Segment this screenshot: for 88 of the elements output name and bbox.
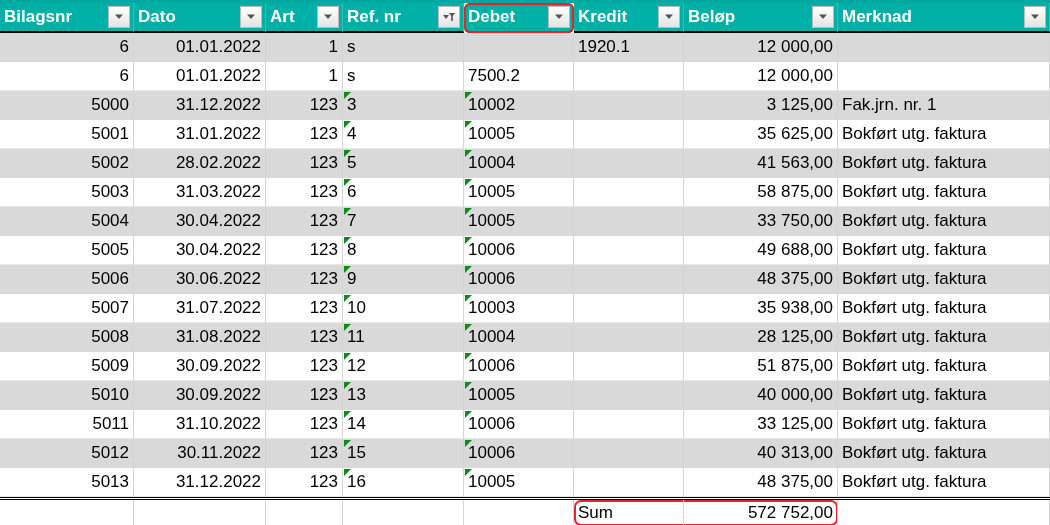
table-cell: 5	[343, 149, 464, 178]
caret-icon	[114, 14, 124, 20]
table-cell: 123	[266, 381, 343, 410]
column-title: Beløp	[688, 7, 736, 27]
dropdown-button[interactable]	[812, 6, 834, 28]
table-cell: 7	[343, 207, 464, 236]
total-value: 572 752,00	[747, 503, 833, 523]
table-cell: 5006	[0, 265, 134, 294]
caret-icon	[323, 14, 333, 20]
table-cell: 40 000,00	[684, 381, 838, 410]
table-cell: Bokført utg. faktura	[838, 381, 1050, 410]
table-cell: 10002	[464, 91, 574, 120]
column-title: Dato	[138, 7, 176, 27]
table-cell: 41 563,00	[684, 149, 838, 178]
table-cell: 40 313,00	[684, 439, 838, 468]
dropdown-button[interactable]	[658, 6, 680, 28]
table-cell: 33 750,00	[684, 207, 838, 236]
table-cell: 123	[266, 91, 343, 120]
table-cell: 3 125,00	[684, 91, 838, 120]
table-cell: 30.09.2022	[134, 381, 266, 410]
table-cell: Fak.jrn. nr. 1	[838, 91, 1050, 120]
table-cell: 31.08.2022	[134, 323, 266, 352]
table-cell: 11	[343, 323, 464, 352]
caret-icon	[818, 14, 828, 20]
table-cell: 10005	[464, 207, 574, 236]
table-cell: 123	[266, 323, 343, 352]
column-title: Bilagsnr	[4, 7, 73, 27]
table-cell: 30.06.2022	[134, 265, 266, 294]
caret-icon	[554, 14, 564, 20]
table-cell: 48 375,00	[684, 265, 838, 294]
caret-icon	[1030, 14, 1040, 20]
table-cell: 5010	[0, 381, 134, 410]
table-cell: 28 125,00	[684, 323, 838, 352]
table-cell: 5013	[0, 468, 134, 497]
table-cell: 10005	[464, 381, 574, 410]
table-cell: 48 375,00	[684, 468, 838, 497]
table-cell: 10006	[464, 265, 574, 294]
column-title: Art	[270, 7, 295, 27]
table-cell: 5012	[0, 439, 134, 468]
dropdown-button[interactable]	[240, 6, 262, 28]
column-title: Debet	[468, 7, 516, 27]
filter-icon	[442, 11, 456, 23]
table-cell: 16	[343, 468, 464, 497]
table-cell: 10004	[464, 149, 574, 178]
table-cell: s	[343, 33, 464, 62]
table-cell: 15	[343, 439, 464, 468]
table-cell: 30.11.2022	[134, 439, 266, 468]
table-cell: 10005	[464, 468, 574, 497]
dropdown-button[interactable]	[1024, 6, 1046, 28]
dropdown-button[interactable]	[317, 6, 339, 28]
table-cell: Bokført utg. faktura	[838, 207, 1050, 236]
filter-button[interactable]	[438, 6, 460, 28]
table-cell: 1	[266, 33, 343, 62]
table-cell: 12 000,00	[684, 33, 838, 62]
table-cell: 123	[266, 439, 343, 468]
column-title: Merknad	[842, 7, 912, 27]
table-cell: 123	[266, 149, 343, 178]
table-cell: 13	[343, 381, 464, 410]
table-cell: 123	[266, 468, 343, 497]
caret-icon	[664, 14, 674, 20]
table-cell: 5004	[0, 207, 134, 236]
table-cell: 5002	[0, 149, 134, 178]
table-cell: 10006	[464, 439, 574, 468]
table-cell: Bokført utg. faktura	[838, 468, 1050, 497]
table-cell: 10004	[464, 323, 574, 352]
table-cell: Bokført utg. faktura	[838, 439, 1050, 468]
dropdown-button[interactable]	[548, 6, 570, 28]
table-cell: 30.04.2022	[134, 207, 266, 236]
table-cell: 31.12.2022	[134, 91, 266, 120]
table-cell: 9	[343, 265, 464, 294]
column-title: Ref. nr	[347, 7, 401, 27]
table-cell: 6	[0, 33, 134, 62]
table-cell: 28.02.2022	[134, 149, 266, 178]
dropdown-button[interactable]	[108, 6, 130, 28]
table-cell: 1920.1	[574, 33, 684, 62]
total-label: Sum	[578, 503, 613, 523]
table-cell: 3	[343, 91, 464, 120]
caret-icon	[246, 14, 256, 20]
table-cell: 31.12.2022	[134, 468, 266, 497]
table-cell: 01.01.2022	[134, 33, 266, 62]
table-cell: 123	[266, 207, 343, 236]
table-cell: Bokført utg. faktura	[838, 149, 1050, 178]
table-cell: Bokført utg. faktura	[838, 323, 1050, 352]
table-cell: 123	[266, 265, 343, 294]
table-cell: 5000	[0, 91, 134, 120]
table-cell: 5008	[0, 323, 134, 352]
table-cell: Bokført utg. faktura	[838, 265, 1050, 294]
column-title: Kredit	[578, 7, 628, 27]
